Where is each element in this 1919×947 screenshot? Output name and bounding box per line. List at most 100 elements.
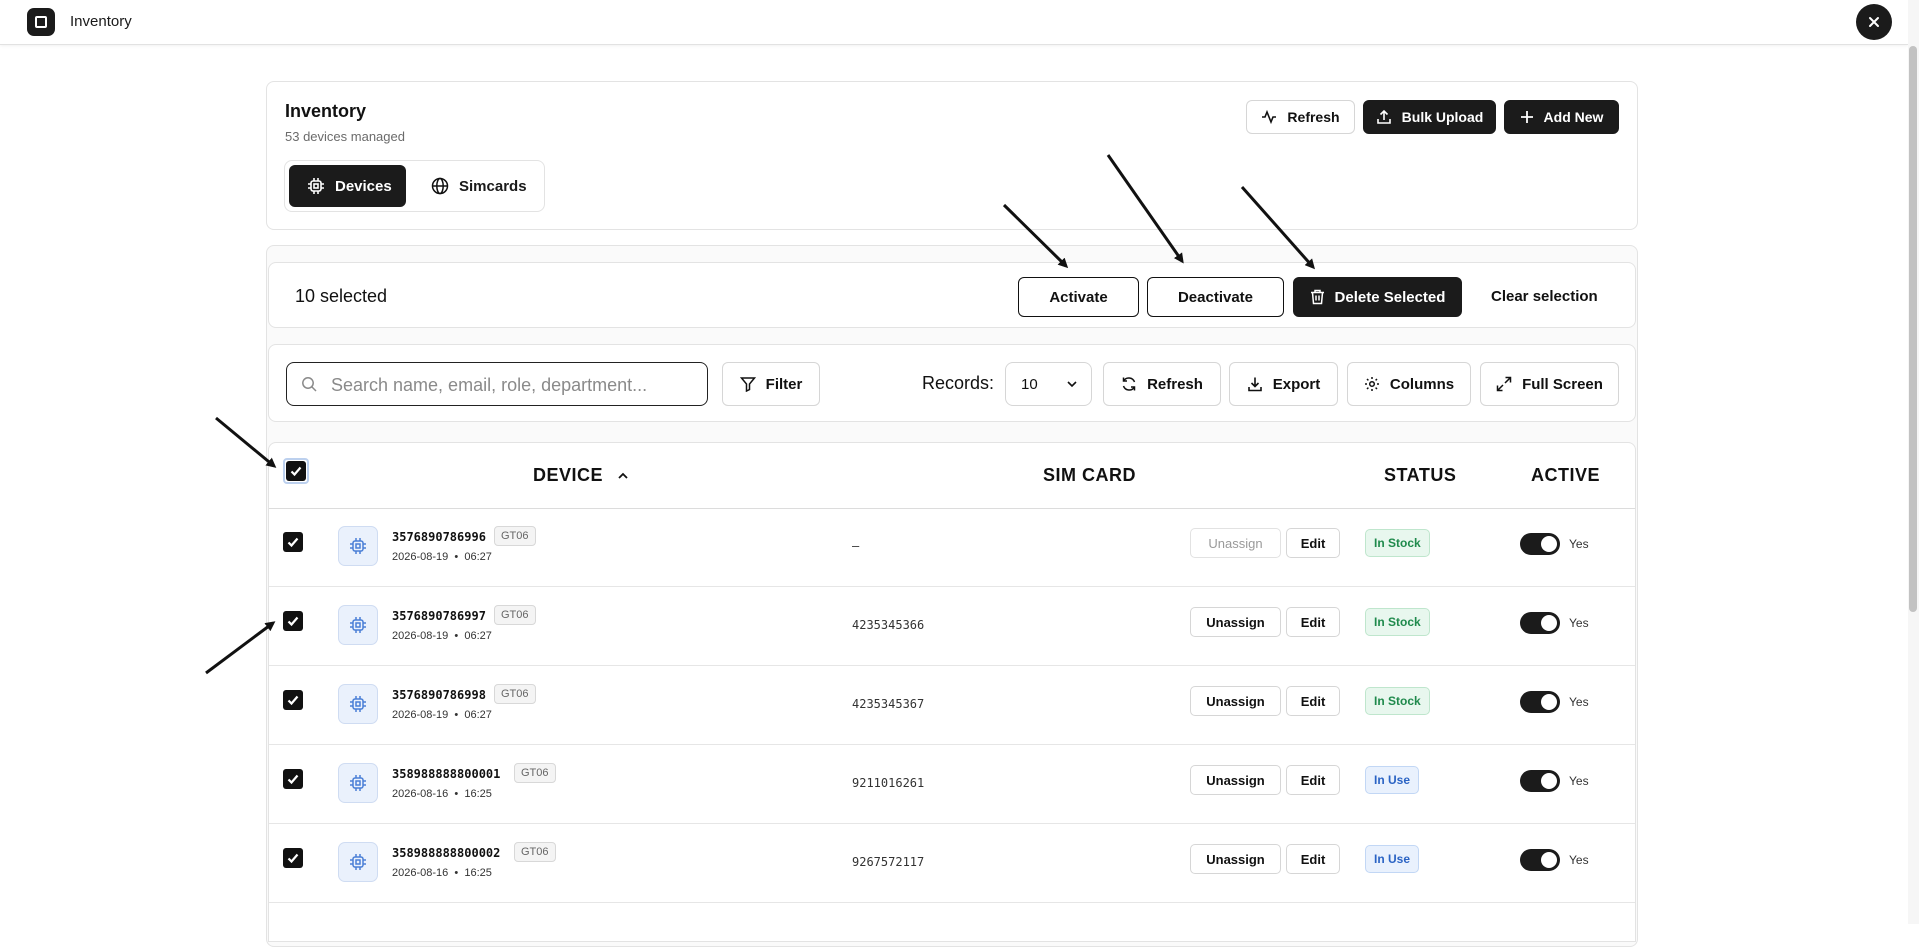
records-per-page-select[interactable]: 10 <box>1005 362 1092 406</box>
check-icon <box>287 616 299 627</box>
active-label: Yes <box>1569 853 1589 867</box>
sim-card-number: 4235345367 <box>852 697 925 711</box>
app-title: Inventory <box>70 13 132 30</box>
search-box <box>286 362 708 406</box>
status-badge: In Stock <box>1365 687 1430 715</box>
devices-table: DEVICE SIM CARD STATUS ACTIVE 3576890786… <box>268 442 1636 942</box>
row-checkbox[interactable] <box>283 532 303 552</box>
column-header-active[interactable]: ACTIVE <box>1531 465 1600 486</box>
edit-button[interactable]: Edit <box>1286 528 1340 558</box>
active-toggle[interactable] <box>1520 691 1560 713</box>
device-id: 3576890786996 <box>392 530 486 544</box>
device-chip-icon <box>338 842 378 882</box>
device-chip-icon <box>338 526 378 566</box>
clear-selection-button[interactable]: Clear selection <box>1491 288 1598 305</box>
unassign-button[interactable]: Unassign <box>1190 844 1281 874</box>
active-label: Yes <box>1569 537 1589 551</box>
device-chip-icon <box>338 763 378 803</box>
device-id: 358988888800001 <box>392 767 501 781</box>
device-id: 3576890786998 <box>392 688 486 702</box>
active-toggle[interactable] <box>1520 770 1560 792</box>
columns-button[interactable]: Columns <box>1347 362 1471 406</box>
row-checkbox[interactable] <box>283 769 303 789</box>
gear-icon <box>1364 376 1380 392</box>
app-logo-icon <box>27 8 55 36</box>
status-badge: In Use <box>1365 845 1420 873</box>
device-timestamp: 2026-08-19 • 06:27 <box>392 551 492 563</box>
sim-card-number: — <box>852 539 860 553</box>
refresh-icon <box>1121 376 1137 392</box>
trash-icon <box>1310 289 1325 305</box>
bulk-selection-bar: 10 selected Activate Deactivate Delete S… <box>268 262 1636 328</box>
close-button[interactable] <box>1856 4 1892 40</box>
column-header-status[interactable]: STATUS <box>1384 465 1456 486</box>
tab-simcards[interactable]: Simcards <box>413 165 539 207</box>
bulk-upload-button[interactable]: Bulk Upload <box>1363 100 1496 134</box>
row-checkbox[interactable] <box>283 690 303 710</box>
full-screen-button[interactable]: Full Screen <box>1480 362 1619 406</box>
edit-button[interactable]: Edit <box>1286 607 1340 637</box>
toolbar-refresh-button[interactable]: Refresh <box>1103 362 1221 406</box>
device-chip-icon <box>338 684 378 724</box>
unassign-button[interactable]: Unassign <box>1190 528 1281 558</box>
search-input[interactable] <box>329 371 693 399</box>
table-row <box>269 903 1635 941</box>
upload-icon <box>1376 109 1392 125</box>
check-icon <box>287 853 299 864</box>
table-header: DEVICE SIM CARD STATUS ACTIVE <box>269 443 1635 509</box>
table-row: 3576890786998 GT06 2026-08-19 • 06:27 42… <box>269 666 1635 745</box>
tab-devices-label: Devices <box>335 177 392 195</box>
edit-button[interactable]: Edit <box>1286 765 1340 795</box>
active-toggle[interactable] <box>1520 533 1560 555</box>
header-refresh-button[interactable]: Refresh <box>1246 100 1355 134</box>
row-checkbox[interactable] <box>283 611 303 631</box>
scrollbar-thumb[interactable] <box>1909 46 1917 612</box>
table-row: 3576890786997 GT06 2026-08-19 • 06:27 42… <box>269 587 1635 666</box>
active-toggle[interactable] <box>1520 612 1560 634</box>
device-timestamp: 2026-08-16 • 16:25 <box>392 788 492 800</box>
close-icon <box>1869 17 1879 27</box>
device-id: 3576890786997 <box>392 609 486 623</box>
tab-bar: Devices Simcards <box>284 160 545 212</box>
selected-count: 10 selected <box>295 286 388 306</box>
active-label: Yes <box>1569 616 1589 630</box>
unassign-button[interactable]: Unassign <box>1190 765 1281 795</box>
device-model-badge: GT06 <box>494 526 536 546</box>
column-header-device[interactable]: DEVICE <box>533 465 629 486</box>
device-timestamp: 2026-08-19 • 06:27 <box>392 709 492 721</box>
add-new-button[interactable]: Add New <box>1504 100 1619 134</box>
tab-devices[interactable]: Devices <box>289 165 406 207</box>
tab-simcards-label: Simcards <box>459 177 527 195</box>
deactivate-button[interactable]: Deactivate <box>1147 277 1284 317</box>
status-badge: In Use <box>1365 766 1420 794</box>
unassign-button[interactable]: Unassign <box>1190 686 1281 716</box>
records-value: 10 <box>1021 376 1038 393</box>
edit-button[interactable]: Edit <box>1286 686 1340 716</box>
export-button[interactable]: Export <box>1229 362 1338 406</box>
activate-button[interactable]: Activate <box>1018 277 1139 317</box>
plus-icon <box>1520 110 1534 124</box>
records-label: Records: <box>922 373 995 393</box>
arrow-to-row-checkbox <box>205 621 276 675</box>
status-badge: In Stock <box>1365 529 1430 557</box>
table-row: 358988888800001 GT06 2026-08-16 • 16:25 … <box>269 745 1635 824</box>
row-checkbox[interactable] <box>283 848 303 868</box>
delete-selected-button[interactable]: Delete Selected <box>1293 277 1462 317</box>
edit-button[interactable]: Edit <box>1286 844 1340 874</box>
filter-icon <box>739 376 756 392</box>
select-all-checkbox[interactable] <box>283 458 309 484</box>
sim-card-number: 4235345366 <box>852 618 925 632</box>
device-timestamp: 2026-08-19 • 06:27 <box>392 630 492 642</box>
chevron-up-icon <box>617 470 629 482</box>
page-title: Inventory <box>285 101 367 121</box>
filter-button[interactable]: Filter <box>722 362 820 406</box>
check-icon <box>287 774 299 785</box>
device-model-badge: GT06 <box>494 605 536 625</box>
unassign-button[interactable]: Unassign <box>1190 607 1281 637</box>
column-header-sim-card[interactable]: SIM CARD <box>1043 465 1136 486</box>
table-row: 3576890786996 GT06 2026-08-19 • 06:27 — … <box>269 508 1635 587</box>
chevron-down-icon <box>1066 378 1078 390</box>
table-toolbar: Filter Records: 10 Refresh Export Column… <box>268 344 1636 422</box>
active-toggle[interactable] <box>1520 849 1560 871</box>
check-icon <box>287 537 299 548</box>
